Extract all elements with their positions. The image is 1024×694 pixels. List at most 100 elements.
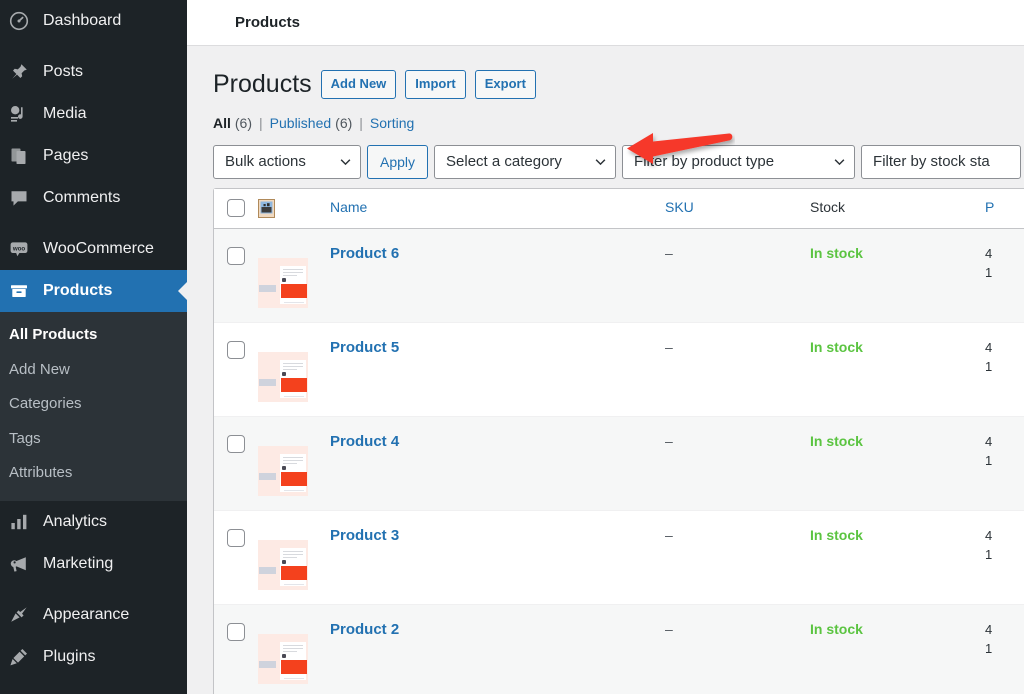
sidebar-item-plugins[interactable]: Plugins xyxy=(0,636,187,678)
bulk-actions-value: Bulk actions xyxy=(225,153,306,170)
sidebar-item-woocommerce[interactable]: woo WooCommerce xyxy=(0,228,187,270)
sidebar-item-appearance[interactable]: Appearance xyxy=(0,594,187,636)
wordpress-admin-screen: Dashboard Posts Media Pages Comments woo… xyxy=(0,0,1024,694)
products-table: Name SKU Stock P Product 6 – In stock 4 … xyxy=(213,187,1024,694)
dashboard-icon xyxy=(9,11,35,31)
submenu-item-add-new[interactable]: Add New xyxy=(0,353,187,388)
sidebar-item-pages[interactable]: Pages xyxy=(0,135,187,177)
row-thumbnail-cell xyxy=(258,526,330,604)
row-name-cell: Product 4 xyxy=(330,432,665,510)
stock-status-badge: In stock xyxy=(810,338,863,355)
appearance-icon xyxy=(9,605,35,625)
sidebar-divider xyxy=(0,585,187,594)
product-regular-price: 4 xyxy=(985,527,993,543)
sidebar-item-comments[interactable]: Comments xyxy=(0,177,187,219)
plugins-icon xyxy=(9,647,35,667)
table-header-row: Name SKU Stock P xyxy=(214,188,1024,229)
row-price-cell: 4 1 xyxy=(985,526,1024,604)
page-title-row: Products Add New Import Export xyxy=(213,68,1024,101)
status-link-all[interactable]: All xyxy=(213,115,231,131)
sidebar-item-label: Marketing xyxy=(43,554,114,572)
name-column-label: Name xyxy=(330,199,368,215)
select-all-checkbox[interactable] xyxy=(227,199,245,217)
row-checkbox[interactable] xyxy=(227,434,245,453)
import-button[interactable]: Import xyxy=(405,69,466,99)
apply-button[interactable]: Apply xyxy=(367,144,429,179)
product-sku: – xyxy=(665,244,673,261)
category-filter-select[interactable]: Select a category xyxy=(434,144,617,179)
row-thumbnail-cell xyxy=(258,432,330,510)
row-sku-cell: – xyxy=(665,526,810,604)
product-thumbnail[interactable] xyxy=(258,257,308,308)
row-thumbnail-cell xyxy=(258,620,330,694)
product-type-filter-value: Filter by product type xyxy=(634,153,775,170)
sidebar-item-media[interactable]: Media xyxy=(0,93,187,135)
export-button[interactable]: Export xyxy=(474,69,536,99)
chevron-down-icon xyxy=(340,158,351,165)
table-row: Product 6 – In stock 4 1 xyxy=(214,228,1024,323)
product-thumbnail[interactable] xyxy=(258,351,308,402)
row-checkbox[interactable] xyxy=(227,528,245,547)
product-thumbnail[interactable] xyxy=(258,539,308,590)
breadcrumb-title: Products xyxy=(235,14,301,31)
row-stock-cell: In stock xyxy=(810,338,985,416)
admin-content-area: Products Products Add New Import Export … xyxy=(187,0,1024,694)
page-breadcrumb-bar: Products xyxy=(187,0,1024,46)
sidebar-item-products[interactable]: Products xyxy=(0,270,187,312)
status-link-published[interactable]: Published xyxy=(270,115,332,131)
woocommerce-icon: woo xyxy=(9,239,35,259)
submenu-item-all-products[interactable]: All Products xyxy=(0,318,187,353)
price-column-header[interactable]: P xyxy=(985,199,1024,217)
name-column-header[interactable]: Name xyxy=(330,199,665,217)
row-name-cell: Product 2 xyxy=(330,620,665,694)
sidebar-item-dashboard[interactable]: Dashboard xyxy=(0,0,187,42)
image-column-header xyxy=(258,198,330,218)
row-checkbox[interactable] xyxy=(227,622,245,641)
row-price-cell: 4 1 xyxy=(985,244,1024,322)
products-icon xyxy=(9,281,35,301)
product-thumbnail[interactable] xyxy=(258,445,308,496)
table-row: Product 5 – In stock 4 1 xyxy=(214,322,1024,417)
bulk-actions-select[interactable]: Bulk actions xyxy=(213,144,361,179)
row-checkbox[interactable] xyxy=(227,340,245,359)
stock-status-filter-select[interactable]: Filter by stock sta xyxy=(861,144,1022,179)
sidebar-divider xyxy=(0,219,187,228)
product-name-link[interactable]: Product 5 xyxy=(330,339,399,356)
sidebar-item-label: Appearance xyxy=(43,605,130,623)
product-regular-price: 4 xyxy=(985,245,993,261)
stock-column-header: Stock xyxy=(810,199,985,217)
product-name-link[interactable]: Product 2 xyxy=(330,621,399,638)
category-filter-value: Select a category xyxy=(446,153,562,170)
product-name-link[interactable]: Product 4 xyxy=(330,433,399,450)
add-new-button[interactable]: Add New xyxy=(320,69,397,99)
product-sale-price: 1 xyxy=(985,453,993,468)
sidebar-item-posts[interactable]: Posts xyxy=(0,51,187,93)
sidebar-item-analytics[interactable]: Analytics xyxy=(0,501,187,543)
product-name-link[interactable]: Product 6 xyxy=(330,245,399,262)
stock-status-badge: In stock xyxy=(810,244,863,261)
media-icon xyxy=(9,104,35,124)
status-divider: | xyxy=(359,114,363,131)
row-stock-cell: In stock xyxy=(810,620,985,694)
status-link-sorting[interactable]: Sorting xyxy=(370,115,414,131)
row-checkbox[interactable] xyxy=(227,246,245,265)
sku-column-label: SKU xyxy=(665,199,694,215)
submenu-item-attributes[interactable]: Attributes xyxy=(0,456,187,491)
submenu-item-categories[interactable]: Categories xyxy=(0,387,187,422)
select-all-cell xyxy=(214,199,258,217)
product-type-filter-select[interactable]: Filter by product type xyxy=(622,144,856,179)
product-regular-price: 4 xyxy=(985,339,993,355)
product-name-link[interactable]: Product 3 xyxy=(330,527,399,544)
row-name-cell: Product 3 xyxy=(330,526,665,604)
submenu-item-tags[interactable]: Tags xyxy=(0,422,187,457)
chevron-down-icon xyxy=(834,158,845,165)
product-thumbnail[interactable] xyxy=(258,633,308,684)
row-sku-cell: – xyxy=(665,338,810,416)
sku-column-header[interactable]: SKU xyxy=(665,199,810,217)
sidebar-item-marketing[interactable]: Marketing xyxy=(0,543,187,585)
sidebar-item-label: Products xyxy=(43,282,113,299)
stock-status-badge: In stock xyxy=(810,526,863,543)
product-sale-price: 1 xyxy=(985,265,993,280)
product-sku: – xyxy=(665,620,673,637)
row-select-cell xyxy=(214,620,258,694)
